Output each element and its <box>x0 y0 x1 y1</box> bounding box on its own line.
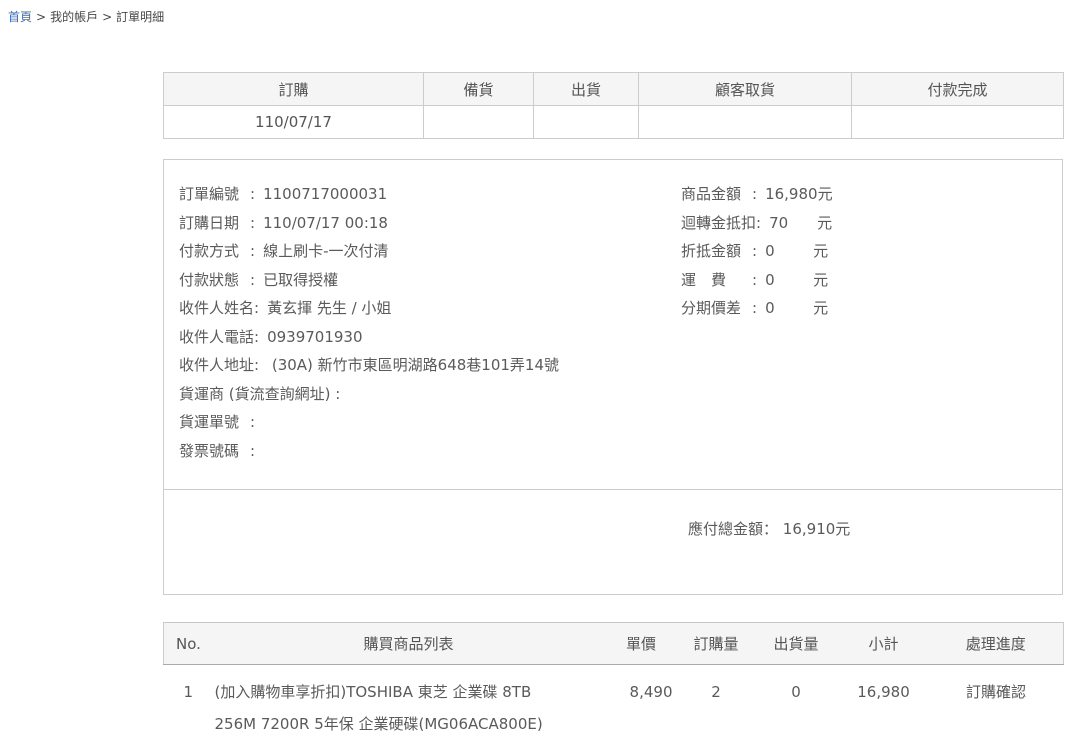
info-row-carrier: 貨運商 (貨流查詢網址) : <box>179 380 1047 409</box>
status-col-paid: 付款完成 <box>852 73 1064 106</box>
items-col-order-qty: 訂購量 <box>679 623 754 665</box>
info-label: 發票號碼 <box>179 437 250 466</box>
info-row-order-number: 訂單編號:1100717000031 <box>179 180 1047 209</box>
item-status: 訂購確認 <box>929 665 1064 742</box>
currency-unit: 元 <box>817 214 832 232</box>
order-total-line: 應付總金額： 16,910元 <box>688 518 850 539</box>
carrier-value <box>340 385 348 403</box>
info-row-recipient-name: 收件人姓名:黃玄揮 先生 / 小姐 <box>179 294 1047 323</box>
item-subtotal: 16,980 <box>839 665 929 742</box>
amount-label: 折抵金額 <box>681 237 752 266</box>
breadcrumb-link-account[interactable]: 我的帳戶 <box>50 10 98 24</box>
order-info-main: 訂單編號:1100717000031 訂購日期:110/07/17 00:18 … <box>164 160 1062 490</box>
payment-method-value: 線上刷卡-一次付清 <box>255 242 388 260</box>
payment-status-value: 已取得授權 <box>255 271 338 289</box>
amount-row-shipping-fee: 運 費:0元 <box>681 266 833 295</box>
breadcrumb: 首頁 > 我的帳戶 > 訂單明細 <box>0 0 1075 25</box>
info-row-recipient-phone: 收件人電話:0939701930 <box>179 323 1047 352</box>
recipient-phone-value: 0939701930 <box>259 328 362 346</box>
info-row-tracking-number: 貨運單號: <box>179 408 1047 437</box>
order-info-left-column: 訂單編號:1100717000031 訂購日期:110/07/17 00:18 … <box>179 180 1047 465</box>
items-col-ship-qty: 出貨量 <box>754 623 839 665</box>
order-number-value: 1100717000031 <box>255 185 387 203</box>
order-amounts-column: 商品金額:16,980元 迴轉金抵扣:70元 折抵金額:0元 運 費:0元 分期… <box>681 180 833 323</box>
recipient-name-value: 黃玄揮 先生 / 小姐 <box>259 299 391 317</box>
info-label: 貨運商 (貨流查詢網址) <box>179 380 330 409</box>
breadcrumb-separator: > <box>36 10 46 24</box>
item-name: (加入購物車享折扣)TOSHIBA 東芝 企業碟 8TB 256M 7200R … <box>214 665 604 742</box>
status-ordered-date: 110/07/17 <box>164 106 424 139</box>
items-col-no: No. <box>164 623 214 665</box>
amount-row-rebate-deduction: 迴轉金抵扣:70元 <box>681 209 833 238</box>
info-label: 貨運單號 <box>179 408 250 437</box>
order-total-value: 16,910元 <box>783 520 851 538</box>
item-row: 1 (加入購物車享折扣)TOSHIBA 東芝 企業碟 8TB 256M 7200… <box>164 665 1064 742</box>
status-col-shipped: 出貨 <box>534 73 639 106</box>
status-col-ordered: 訂購 <box>164 73 424 106</box>
amount-label: 迴轉金抵扣 <box>681 209 756 238</box>
status-header-row: 訂購 備貨 出貨 顧客取貨 付款完成 <box>164 73 1064 106</box>
items-col-subtotal: 小計 <box>839 623 929 665</box>
status-preparing-value <box>424 106 534 139</box>
status-pickup-value <box>639 106 852 139</box>
item-ship-qty: 0 <box>754 665 839 742</box>
main-content: 訂購 備貨 出貨 顧客取貨 付款完成 110/07/17 訂單編號:110071… <box>163 72 1063 741</box>
discount-value: 0 <box>757 237 813 266</box>
installment-diff-value: 0 <box>757 294 813 323</box>
info-label: 付款方式 <box>179 237 250 266</box>
item-name-text: (加入購物車享折扣)TOSHIBA 東芝 企業碟 8TB 256M 7200R … <box>215 676 567 740</box>
info-row-payment-status: 付款狀態:已取得授權 <box>179 266 1047 295</box>
tracking-number-value <box>255 413 263 431</box>
invoice-number-value <box>255 442 263 460</box>
breadcrumb-separator-2: > <box>102 10 112 24</box>
currency-unit: 元 <box>813 242 828 260</box>
info-label: 收件人地址 <box>179 351 254 380</box>
shipping-fee-value: 0 <box>757 266 813 295</box>
rebate-deduction-value: 70 <box>761 209 817 238</box>
info-row-invoice-number: 發票號碼: <box>179 437 1047 466</box>
item-unit-price: 8,490 <box>604 665 679 742</box>
recipient-address-value: (30A) 新竹市東區明湖路648巷101弄14號 <box>259 356 559 374</box>
item-no: 1 <box>164 665 214 742</box>
items-col-status: 處理進度 <box>929 623 1064 665</box>
amount-label: 運 費 <box>681 266 752 295</box>
info-row-payment-method: 付款方式:線上刷卡-一次付清 <box>179 237 1047 266</box>
items-total-value: 16,980 <box>757 180 818 209</box>
status-col-pickup: 顧客取貨 <box>639 73 852 106</box>
currency-unit: 元 <box>813 299 828 317</box>
order-date-value: 110/07/17 00:18 <box>255 214 388 232</box>
breadcrumb-link-home[interactable]: 首頁 <box>8 10 32 24</box>
info-label: 訂單編號 <box>179 180 250 209</box>
info-row-recipient-address: 收件人地址: (30A) 新竹市東區明湖路648巷101弄14號 <box>179 351 1047 380</box>
amount-row-installment-diff: 分期價差:0元 <box>681 294 833 323</box>
status-shipped-value <box>534 106 639 139</box>
items-col-product-list: 購買商品列表 <box>214 623 604 665</box>
amount-row-items-total: 商品金額:16,980元 <box>681 180 833 209</box>
info-label: 收件人電話 <box>179 323 254 352</box>
amount-row-discount: 折抵金額:0元 <box>681 237 833 266</box>
info-row-order-date: 訂購日期:110/07/17 00:18 <box>179 209 1047 238</box>
item-order-qty: 2 <box>679 665 754 742</box>
items-table: No. 購買商品列表 單價 訂購量 出貨量 小計 處理進度 1 (加入購物車享折… <box>163 622 1064 741</box>
amount-label: 分期價差 <box>681 294 752 323</box>
status-value-row: 110/07/17 <box>164 106 1064 139</box>
order-total-section: 應付總金額： 16,910元 <box>164 490 1062 594</box>
order-info-box: 訂單編號:1100717000031 訂購日期:110/07/17 00:18 … <box>163 159 1063 595</box>
info-label: 付款狀態 <box>179 266 250 295</box>
info-label: 訂購日期 <box>179 209 250 238</box>
order-status-table: 訂購 備貨 出貨 顧客取貨 付款完成 110/07/17 <box>163 72 1064 139</box>
info-label: 收件人姓名 <box>179 294 254 323</box>
status-paid-value <box>852 106 1064 139</box>
order-total-label: 應付總金額： <box>688 520 778 538</box>
currency-unit: 元 <box>818 185 833 203</box>
currency-unit: 元 <box>813 271 828 289</box>
breadcrumb-current: 訂單明細 <box>116 10 164 24</box>
items-col-unit-price: 單價 <box>604 623 679 665</box>
status-col-preparing: 備貨 <box>424 73 534 106</box>
items-header-row: No. 購買商品列表 單價 訂購量 出貨量 小計 處理進度 <box>164 623 1064 665</box>
amount-label: 商品金額 <box>681 180 752 209</box>
